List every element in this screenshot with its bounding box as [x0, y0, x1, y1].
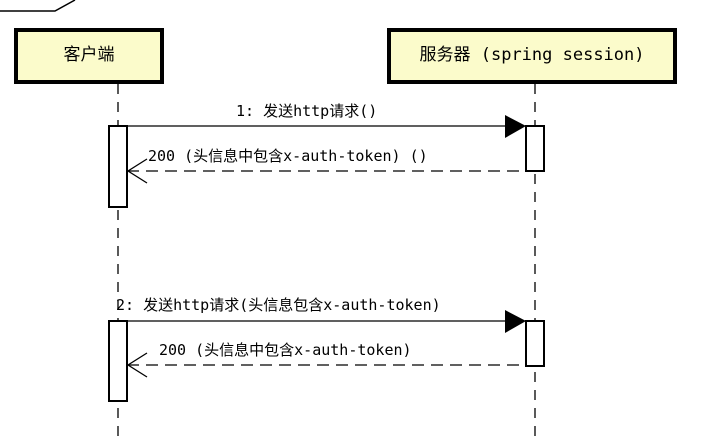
message-4-label: 200 (头信息中包含x-auth-token) — [159, 341, 412, 359]
activation-server-2 — [525, 320, 545, 367]
message-2-label: 200 (头信息中包含x-auth-token) () — [148, 147, 428, 165]
actor-server[interactable]: 服务器 (spring session) — [387, 28, 677, 84]
activation-client-1 — [108, 125, 128, 208]
frame-corner — [0, 0, 76, 12]
activation-client-2 — [108, 320, 128, 402]
message-3-arrowhead — [505, 310, 526, 333]
message-3-label: 2: 发送http请求(头信息包含x-auth-token) — [116, 296, 441, 314]
actor-client[interactable]: 客户端 — [14, 28, 164, 84]
actor-server-label: 服务器 (spring session) — [419, 45, 645, 65]
actor-client-label: 客户端 — [63, 45, 115, 65]
message-1-arrowhead — [505, 115, 526, 138]
message-1-label: 1: 发送http请求() — [236, 102, 378, 120]
activation-server-1 — [525, 125, 545, 172]
